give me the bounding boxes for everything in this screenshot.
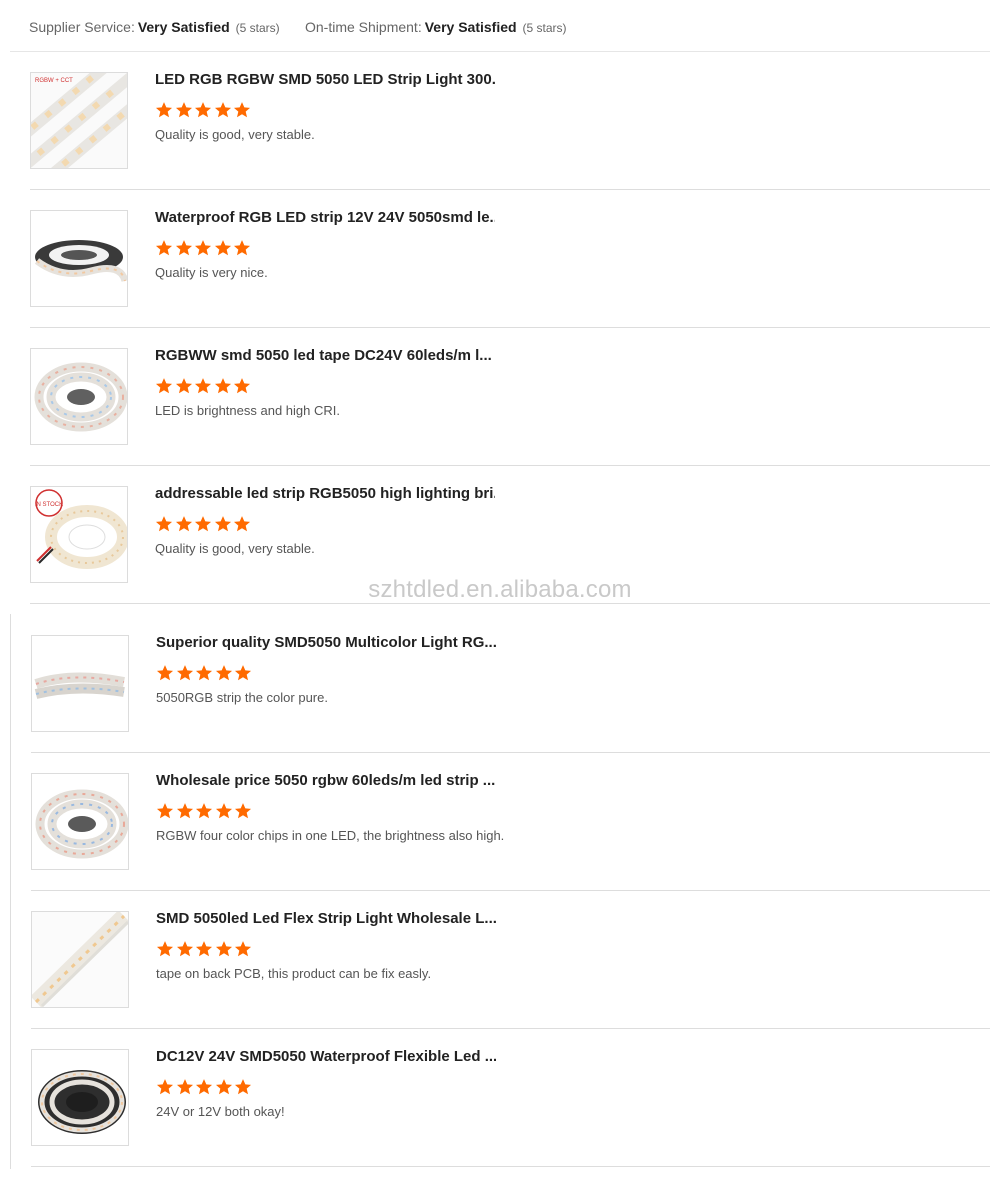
star-icon — [156, 803, 174, 819]
review-item: Wholesale price 5050 rgbw 60leds/m led s… — [31, 753, 990, 891]
star-icon — [215, 803, 232, 819]
review-comment: 24V or 12V both okay! — [156, 1104, 285, 1119]
review-comment: 5050RGB strip the color pure. — [156, 690, 328, 705]
star-icon — [214, 516, 231, 532]
review-item: RGBWW smd 5050 led tape DC24V 60leds/m l… — [30, 328, 990, 466]
star-icon — [156, 665, 174, 681]
star-icon — [234, 1079, 252, 1095]
star-icon — [195, 941, 213, 957]
star-icon — [195, 1079, 213, 1095]
product-title-link[interactable]: Waterproof RGB LED strip 12V 24V 5050smd… — [155, 209, 495, 226]
review-comment: RGBW four color chips in one LED, the br… — [156, 828, 505, 843]
star-icon — [214, 240, 231, 256]
star-icon — [195, 665, 213, 681]
product-thumbnail[interactable]: IN STOCK — [30, 486, 128, 583]
review-item: Superior quality SMD5050 Multicolor Ligh… — [31, 615, 990, 753]
product-title-link[interactable]: Wholesale price 5050 rgbw 60leds/m led s… — [156, 772, 495, 789]
review-divider — [31, 1166, 990, 1167]
product-title-link[interactable]: RGBWW smd 5050 led tape DC24V 60leds/m l… — [155, 347, 492, 364]
star-icon — [175, 240, 192, 256]
star-icon — [175, 102, 192, 118]
star-icon — [194, 516, 212, 532]
star-rating — [155, 377, 253, 395]
review-item: SMD 5050led Led Flex Strip Light Wholesa… — [31, 891, 990, 1029]
star-icon — [155, 378, 173, 394]
rating-summary: Supplier Service: Very Satisfied (5 stars)… — [10, 0, 990, 52]
product-thumbnail[interactable] — [30, 348, 128, 445]
product-thumbnail[interactable] — [31, 911, 129, 1008]
star-icon — [175, 516, 192, 532]
star-icon — [156, 1079, 174, 1095]
supplier-service-label: Supplier Service: — [29, 19, 135, 35]
ontime-shipment-value: Very Satisfied — [424, 19, 517, 35]
review-comment: Quality is good, very stable. — [155, 127, 315, 142]
review-item: RGBW + CCT LED RGB RGBW SMD 5050 LED Str… — [30, 52, 990, 190]
star-rating — [156, 664, 254, 682]
star-icon — [194, 102, 212, 118]
star-icon — [176, 665, 193, 681]
star-rating — [156, 1078, 254, 1096]
product-thumbnail[interactable] — [31, 773, 129, 870]
review-comment: tape on back PCB, this product can be fi… — [156, 966, 432, 981]
star-rating — [155, 101, 253, 119]
watermark: szhtdled.en.alibaba.com — [368, 576, 632, 603]
supplier-service-rating: Supplier Service: Very Satisfied (5 stars) — [29, 19, 280, 35]
star-icon — [234, 665, 252, 681]
star-icon — [233, 516, 251, 532]
star-icon — [194, 378, 212, 394]
ontime-shipment-rating: On-time Shipment: Very Satisfied (5 stars) — [305, 19, 567, 35]
star-icon — [214, 102, 231, 118]
product-title-link[interactable]: SMD 5050led Led Flex Strip Light Wholesa… — [156, 910, 496, 927]
supplier-service-value: Very Satisfied — [137, 19, 230, 35]
in-stock-badge: IN STOCK — [35, 502, 63, 508]
star-rating — [155, 239, 253, 257]
star-icon — [155, 102, 173, 118]
review-comment: Quality is good, very stable. — [155, 541, 315, 556]
product-title-link[interactable]: LED RGB RGBW SMD 5050 LED Strip Light 30… — [155, 71, 495, 88]
thumbnail-label: RGBW + CCT — [35, 78, 73, 84]
product-thumbnail[interactable] — [31, 635, 129, 732]
star-icon — [156, 941, 174, 957]
star-icon — [234, 803, 252, 819]
review-comment: Quality is very nice. — [155, 265, 268, 280]
star-icon — [234, 941, 252, 957]
star-icon — [155, 240, 173, 256]
star-icon — [233, 240, 251, 256]
ontime-shipment-label: On-time Shipment: — [305, 19, 422, 35]
star-icon — [233, 102, 251, 118]
supplier-service-count: (5 stars) — [235, 21, 280, 35]
product-title-link[interactable]: DC12V 24V SMD5050 Waterproof Flexible Le… — [156, 1048, 496, 1065]
star-icon — [155, 516, 173, 532]
star-icon — [176, 803, 193, 819]
star-icon — [176, 1079, 193, 1095]
review-item: DC12V 24V SMD5050 Waterproof Flexible Le… — [31, 1029, 990, 1167]
star-icon — [233, 378, 251, 394]
star-icon — [215, 665, 232, 681]
product-thumbnail[interactable] — [30, 210, 128, 307]
star-icon — [214, 378, 231, 394]
star-icon — [195, 803, 213, 819]
star-icon — [176, 941, 193, 957]
review-comment: LED is brightness and high CRI. — [155, 403, 340, 418]
product-title-link[interactable]: addressable led strip RGB5050 high light… — [155, 485, 495, 502]
section-left-border — [10, 614, 11, 1169]
star-icon — [215, 1079, 232, 1095]
star-icon — [175, 378, 192, 394]
star-icon — [215, 941, 232, 957]
product-thumbnail[interactable]: RGBW + CCT — [30, 72, 128, 169]
star-rating — [156, 940, 254, 958]
product-title-link[interactable]: Superior quality SMD5050 Multicolor Ligh… — [156, 634, 496, 651]
star-rating — [155, 515, 253, 533]
star-rating — [156, 802, 254, 820]
review-item: Waterproof RGB LED strip 12V 24V 5050smd… — [30, 190, 990, 328]
product-thumbnail[interactable] — [31, 1049, 129, 1146]
star-icon — [194, 240, 212, 256]
ontime-shipment-count: (5 stars) — [522, 21, 567, 35]
